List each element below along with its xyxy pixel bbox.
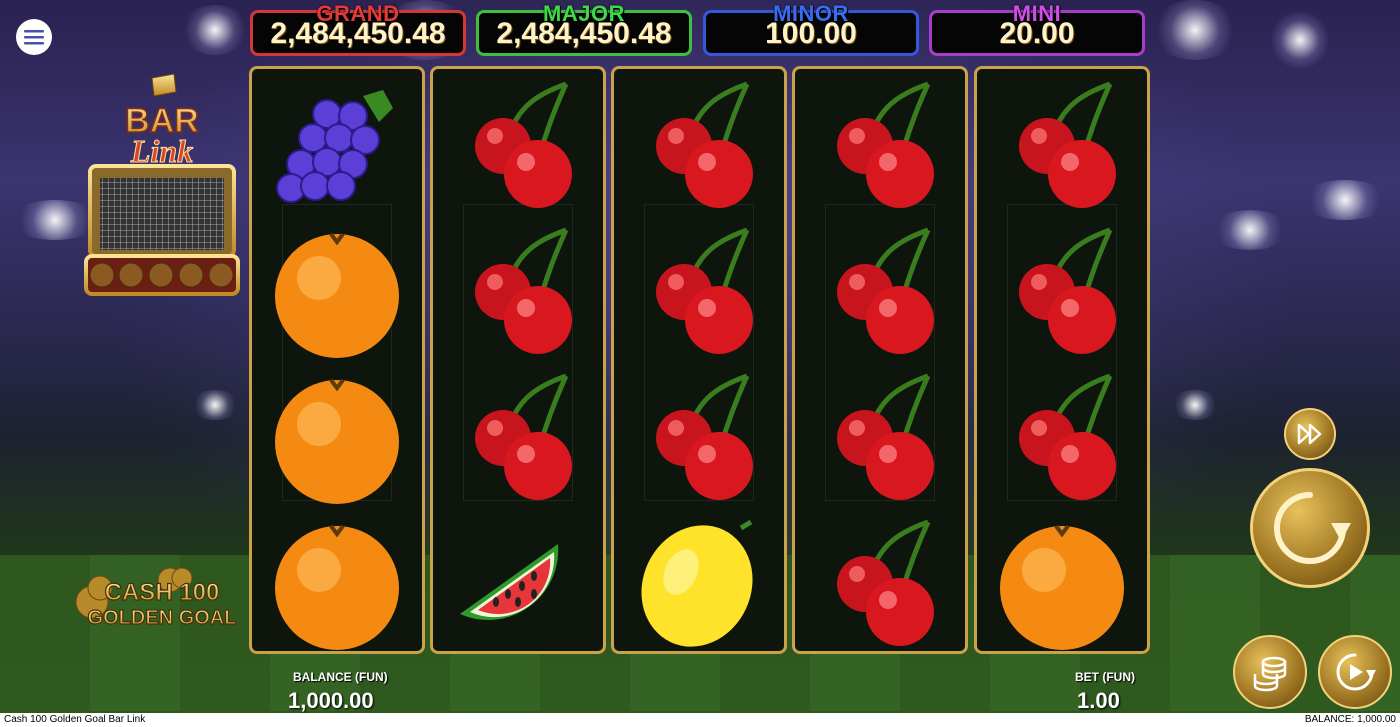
cherry-icon [656, 373, 753, 500]
reel-symbol [977, 511, 1147, 651]
jackpot-grand: GRAND 2,484,450.48 [250, 1, 466, 56]
cherry-icon [656, 81, 753, 208]
balance-value: 1,000.00 [288, 688, 374, 713]
status-bar: Cash 100 Golden Goal Bar Link BALANCE: 1… [0, 713, 1400, 727]
reel-symbol [614, 365, 784, 511]
cherry-icon [837, 373, 934, 500]
cherry-icon [475, 373, 572, 500]
reel-symbol [977, 365, 1147, 511]
watermelon-icon [460, 544, 559, 620]
orange-icon [275, 524, 399, 650]
reel-symbol [252, 511, 422, 651]
status-balance: BALANCE: 1,000.00 [1304, 714, 1396, 725]
autoplay-icon [1336, 653, 1376, 691]
reel-symbol [795, 365, 965, 511]
orange-icon [275, 232, 399, 358]
jackpot-minor: MINOR 100.00 [703, 1, 919, 56]
cash-logo-bottom-text: GOLDEN GOAL [88, 607, 237, 629]
reel-symbol [433, 219, 603, 365]
reel-symbol [795, 219, 965, 365]
cherry-icon [837, 81, 934, 208]
jackpot-major: MAJOR 2,484,450.48 [476, 1, 692, 56]
menu-button[interactable] [16, 19, 52, 55]
lemon-icon [641, 519, 753, 647]
jackpot-minor-value: 100.00 [765, 17, 857, 50]
reel-symbol [614, 73, 784, 219]
reel-1 [249, 66, 425, 654]
orange-icon [275, 378, 399, 504]
reel-symbol [977, 219, 1147, 365]
turbo-button[interactable] [1284, 408, 1336, 460]
reel-2 [430, 66, 606, 654]
cherry-icon [1019, 227, 1116, 354]
bet-button[interactable] [1233, 635, 1307, 709]
jackpot-grand-value: 2,484,450.48 [270, 17, 446, 50]
cherry-icon [837, 519, 934, 646]
bet-label: BET (FUN) [1075, 670, 1135, 684]
spin-arrow-icon [1274, 492, 1351, 564]
jackpot-major-value: 2,484,450.48 [496, 17, 672, 50]
fast-forward-icon [1297, 423, 1322, 445]
reel-symbol [433, 73, 603, 219]
reel-symbol [614, 511, 784, 651]
bar-link-bottom-text: Link [130, 133, 193, 169]
grapes-icon [276, 90, 393, 203]
reel-3 [611, 66, 787, 654]
bar-link-logo: BAR Link [84, 73, 240, 296]
balance-label: BALANCE (FUN) [293, 670, 388, 684]
orange-icon [1000, 524, 1124, 650]
reel-symbol [795, 73, 965, 219]
cherry-icon [1019, 373, 1116, 500]
hamburger-icon [24, 30, 44, 45]
cherry-icon [1019, 81, 1116, 208]
reel-symbol [977, 73, 1147, 219]
cash-100-golden-goal-logo: CASH 100 GOLDEN GOAL [70, 566, 250, 636]
reel-symbol [433, 365, 603, 511]
coin-stack-icon [1253, 656, 1287, 692]
status-game-title: Cash 100 Golden Goal Bar Link [4, 714, 146, 725]
reel-symbol [795, 511, 965, 651]
spin-button[interactable] [1250, 468, 1370, 588]
reel-5 [974, 66, 1150, 654]
cash-logo-top-text: CASH 100 [105, 579, 220, 606]
jackpot-mini: MINI 20.00 [929, 1, 1145, 56]
reel-symbol [252, 219, 422, 365]
reel-symbol [614, 219, 784, 365]
reel-symbol [433, 511, 603, 651]
cherry-icon [475, 227, 572, 354]
cherry-icon [837, 227, 934, 354]
reel-symbol [252, 365, 422, 511]
reel-4 [792, 66, 968, 654]
bet-value: 1.00 [1077, 688, 1120, 713]
jackpot-mini-value: 20.00 [999, 17, 1075, 50]
cherry-icon [475, 81, 572, 208]
cherry-icon [656, 227, 753, 354]
autoplay-button[interactable] [1318, 635, 1392, 709]
reel-symbol [252, 73, 422, 219]
